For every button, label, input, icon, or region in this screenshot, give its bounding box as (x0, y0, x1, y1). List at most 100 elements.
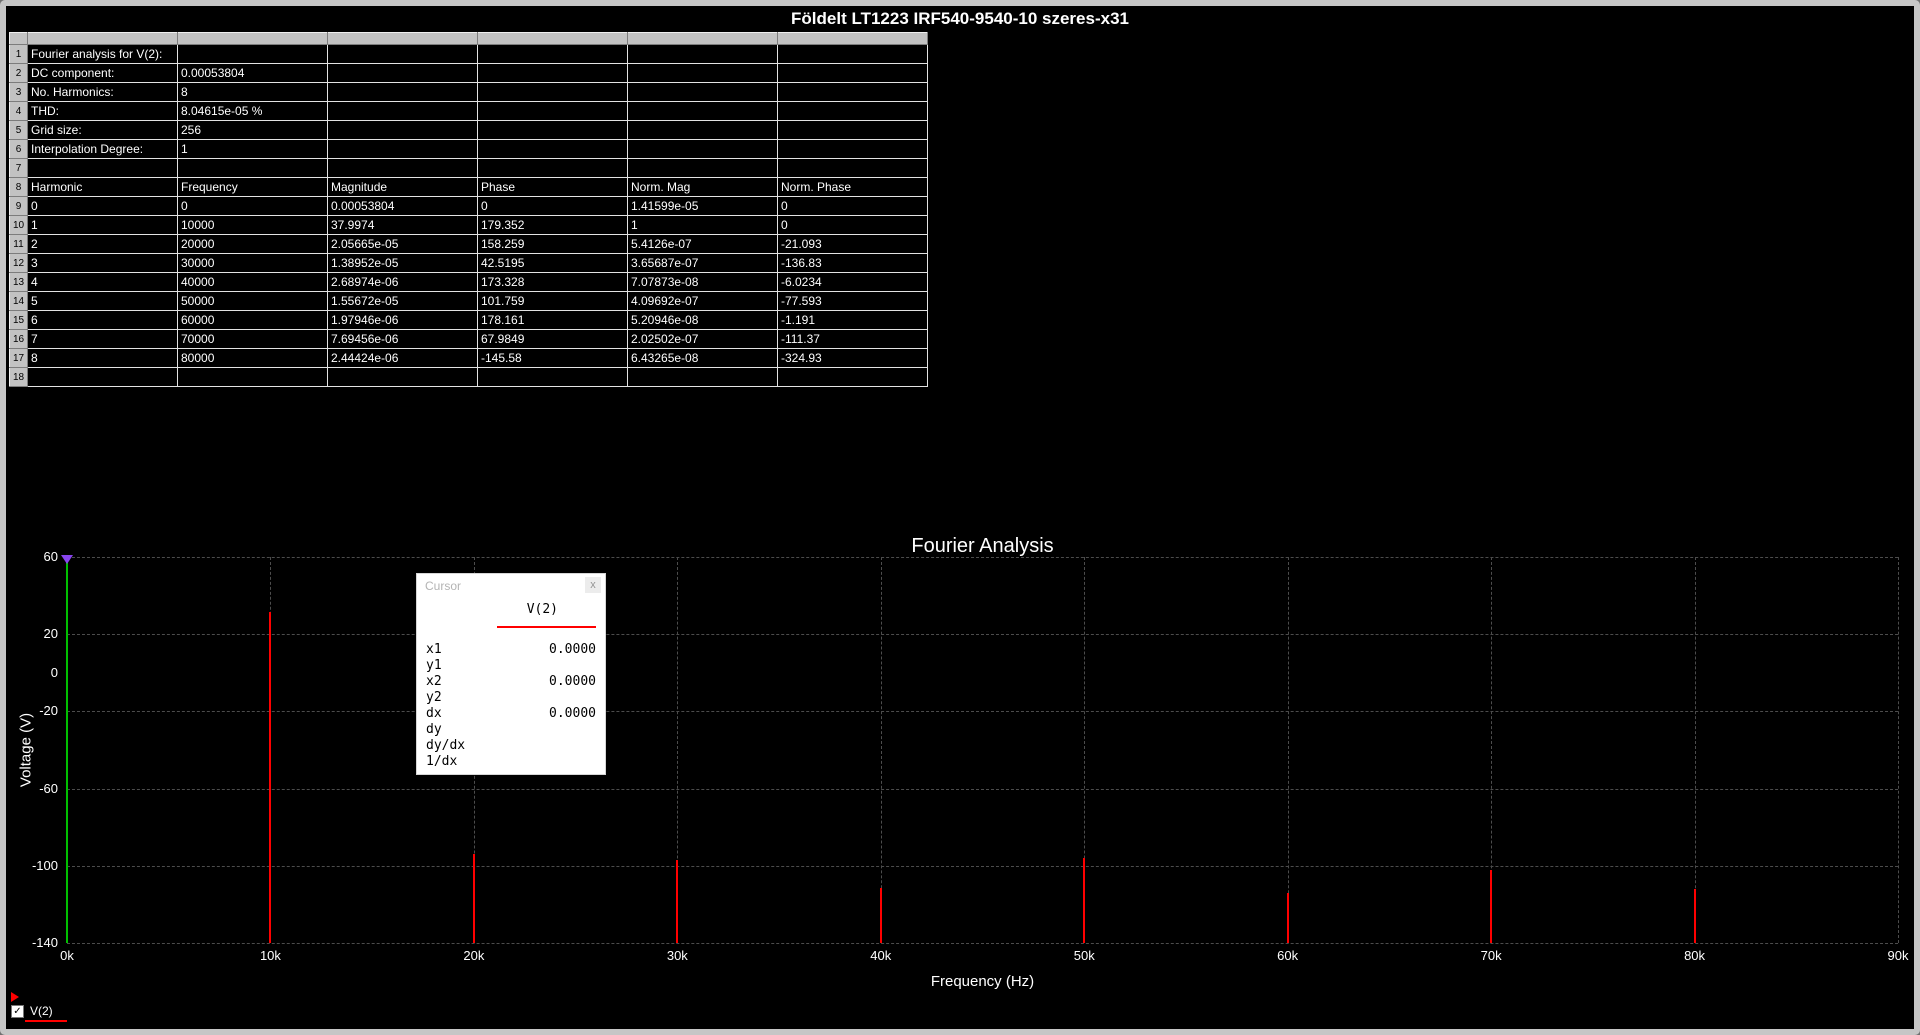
table-cell[interactable]: 60000 (177, 310, 328, 330)
table-cell[interactable]: 2 (27, 234, 178, 254)
table-cell[interactable]: 0 (777, 196, 928, 216)
table-cell[interactable] (777, 120, 928, 140)
table-cell[interactable]: 4 (27, 272, 178, 292)
row-number[interactable]: 8 (9, 177, 28, 197)
table-cell[interactable]: 4.09692e-07 (627, 291, 778, 311)
table-cell[interactable] (627, 139, 778, 159)
table-cell[interactable]: Frequency (177, 177, 328, 197)
table-cell[interactable]: 37.9974 (327, 215, 478, 235)
table-cell[interactable]: Norm. Phase (777, 177, 928, 197)
table-cell[interactable]: 7.69456e-06 (327, 329, 478, 349)
table-cell[interactable] (177, 158, 328, 178)
table-cell[interactable]: 1 (627, 215, 778, 235)
row-number[interactable]: 1 (9, 44, 28, 64)
table-cell[interactable]: Fourier analysis for V(2): (27, 44, 178, 64)
row-number[interactable]: 12 (9, 253, 28, 273)
table-cell[interactable] (777, 139, 928, 159)
table-cell[interactable] (477, 139, 628, 159)
table-cell[interactable] (327, 120, 478, 140)
table-cell[interactable]: -6.0234 (777, 272, 928, 292)
corner-cell[interactable] (9, 32, 28, 45)
row-number[interactable]: 15 (9, 310, 28, 330)
table-cell[interactable]: 7.07873e-08 (627, 272, 778, 292)
table-cell[interactable] (477, 82, 628, 102)
table-cell[interactable]: -21.093 (777, 234, 928, 254)
table-cell[interactable] (627, 63, 778, 83)
table-cell[interactable]: DC component: (27, 63, 178, 83)
row-number[interactable]: 11 (9, 234, 28, 254)
table-cell[interactable]: 8 (177, 82, 328, 102)
column-header[interactable] (477, 32, 628, 45)
table-cell[interactable] (777, 44, 928, 64)
table-cell[interactable]: 20000 (177, 234, 328, 254)
table-cell[interactable] (777, 158, 928, 178)
row-number[interactable]: 4 (9, 101, 28, 121)
row-number[interactable]: 13 (9, 272, 28, 292)
table-cell[interactable]: 2.44424e-06 (327, 348, 478, 368)
close-icon[interactable]: x (585, 577, 601, 593)
table-cell[interactable]: 2.68974e-06 (327, 272, 478, 292)
table-cell[interactable] (627, 44, 778, 64)
table-cell[interactable]: 1 (177, 139, 328, 159)
row-number[interactable]: 17 (9, 348, 28, 368)
table-cell[interactable]: -136.83 (777, 253, 928, 273)
series-visibility-checkbox[interactable]: ✓ (11, 1004, 24, 1018)
table-cell[interactable] (327, 139, 478, 159)
table-cell[interactable]: 8 (27, 348, 178, 368)
table-cell[interactable]: 178.161 (477, 310, 628, 330)
table-cell[interactable]: 173.328 (477, 272, 628, 292)
table-cell[interactable]: Interpolation Degree: (27, 139, 178, 159)
table-cell[interactable]: -145.58 (477, 348, 628, 368)
table-cell[interactable]: 158.259 (477, 234, 628, 254)
table-cell[interactable]: -111.37 (777, 329, 928, 349)
table-cell[interactable]: 50000 (177, 291, 328, 311)
table-cell[interactable]: 10000 (177, 215, 328, 235)
table-cell[interactable]: 42.5195 (477, 253, 628, 273)
row-number[interactable]: 14 (9, 291, 28, 311)
series-label[interactable]: V(2) (30, 1004, 53, 1018)
table-cell[interactable]: 0 (177, 196, 328, 216)
table-cell[interactable]: 6 (27, 310, 178, 330)
table-cell[interactable] (477, 101, 628, 121)
table-cell[interactable]: 101.759 (477, 291, 628, 311)
table-cell[interactable] (627, 158, 778, 178)
table-cell[interactable] (627, 101, 778, 121)
table-cell[interactable]: 0.00053804 (327, 196, 478, 216)
table-cell[interactable] (477, 367, 628, 387)
table-cell[interactable]: 3 (27, 253, 178, 273)
table-cell[interactable]: 1.41599e-05 (627, 196, 778, 216)
table-cell[interactable]: Phase (477, 177, 628, 197)
table-cell[interactable] (477, 44, 628, 64)
table-cell[interactable]: 7 (27, 329, 178, 349)
table-cell[interactable]: Harmonic (27, 177, 178, 197)
column-header[interactable] (327, 32, 478, 45)
table-cell[interactable]: 40000 (177, 272, 328, 292)
table-cell[interactable]: Magnitude (327, 177, 478, 197)
row-number[interactable]: 3 (9, 82, 28, 102)
table-cell[interactable]: 5 (27, 291, 178, 311)
table-cell[interactable] (327, 101, 478, 121)
table-cell[interactable]: -324.93 (777, 348, 928, 368)
table-cell[interactable]: 0.00053804 (177, 63, 328, 83)
table-cell[interactable]: 3.65687e-07 (627, 253, 778, 273)
row-number[interactable]: 6 (9, 139, 28, 159)
column-header[interactable] (177, 32, 328, 45)
column-header[interactable] (777, 32, 928, 45)
table-cell[interactable] (627, 367, 778, 387)
table-cell[interactable]: 1.55672e-05 (327, 291, 478, 311)
table-cell[interactable]: 256 (177, 120, 328, 140)
table-cell[interactable] (477, 63, 628, 83)
table-cell[interactable] (777, 82, 928, 102)
table-cell[interactable] (327, 367, 478, 387)
table-cell[interactable] (777, 101, 928, 121)
table-cell[interactable]: 0 (27, 196, 178, 216)
column-header[interactable] (627, 32, 778, 45)
table-cell[interactable]: 0 (777, 215, 928, 235)
table-cell[interactable]: -1.191 (777, 310, 928, 330)
table-cell[interactable] (777, 367, 928, 387)
table-cell[interactable]: 70000 (177, 329, 328, 349)
row-number[interactable]: 18 (9, 367, 28, 387)
table-cell[interactable]: -77.593 (777, 291, 928, 311)
table-cell[interactable]: THD: (27, 101, 178, 121)
cursor-dialog[interactable]: Cursor x V(2) x1 0.0000 y1 x2 0.0000 y2 dx 0.00… (416, 573, 606, 775)
